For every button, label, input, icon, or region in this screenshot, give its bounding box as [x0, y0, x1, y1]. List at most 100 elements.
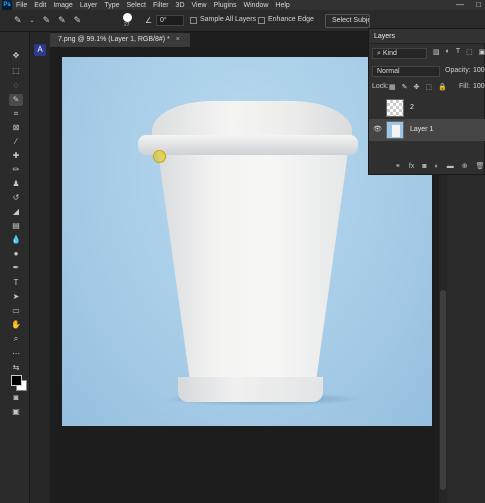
menu-filter[interactable]: Filter	[153, 2, 169, 9]
cup-lid-rim	[138, 135, 358, 155]
path-selection-tool-icon[interactable]: ➤	[9, 291, 23, 303]
cup-lid-top	[152, 101, 352, 139]
adobe-express-icon[interactable]: A	[34, 44, 46, 56]
quick-mask-icon[interactable]: ◙	[9, 392, 23, 404]
dodge-tool-icon[interactable]: ●	[9, 248, 23, 260]
menu-edit[interactable]: Edit	[34, 2, 46, 9]
menu-layer[interactable]: Layer	[80, 2, 98, 9]
foreground-color-swatch[interactable]	[11, 375, 22, 386]
cup-base	[178, 377, 323, 402]
subtract-selection-icon[interactable]: ✎	[74, 15, 82, 26]
lock-image-icon[interactable]: ✎	[402, 83, 408, 91]
screen-mode-icon[interactable]: ▣	[9, 406, 23, 418]
lock-transparent-icon[interactable]: ▦	[389, 83, 396, 91]
photoshop-logo[interactable]: Ps	[2, 0, 12, 10]
pen-tool-icon[interactable]: ✒	[9, 262, 23, 274]
maximize-button[interactable]: □	[476, 0, 481, 9]
opacity-label: Opacity:	[445, 67, 471, 74]
hand-tool-icon[interactable]: ✋	[9, 319, 23, 331]
scrollbar-thumb[interactable]	[440, 290, 446, 490]
delete-layer-icon[interactable]: 🗑	[476, 162, 485, 170]
new-group-icon[interactable]: ▬	[447, 163, 454, 170]
lock-label: Lock:	[372, 83, 389, 90]
angle-icon: ∠	[145, 16, 153, 25]
healing-brush-tool-icon[interactable]: ✚	[9, 150, 23, 162]
layer-kind-filter[interactable]: ⌕ Kind	[372, 48, 427, 59]
adjustment-layer-icon[interactable]: ◐	[435, 163, 439, 170]
new-selection-icon[interactable]: ✎	[43, 15, 51, 26]
layer-row-2[interactable]: 2	[369, 97, 485, 119]
layer-kind-label: Kind	[382, 50, 397, 57]
brush-preview[interactable]	[123, 13, 132, 22]
tools-panel: ✥ ⬚ ◌ ✎ ⌗ ⊠ ⁄ ✚ ✏ ♟ ↺ ◢ ▤ 💧 ● ✒ T ➤ ▭ ✋ …	[0, 32, 30, 503]
menu-help[interactable]: Help	[275, 2, 289, 9]
menu-view[interactable]: View	[192, 2, 207, 9]
blur-tool-icon[interactable]: 💧	[9, 234, 23, 246]
new-layer-icon[interactable]: ⊕	[462, 162, 468, 170]
lock-all-icon[interactable]: 🔒	[438, 83, 447, 91]
menu-file[interactable]: File	[16, 2, 27, 9]
layer-name: Layer 1	[410, 126, 434, 133]
quick-selection-tool-icon[interactable]: ✎	[9, 94, 23, 106]
opacity-input[interactable]: 100	[473, 67, 485, 74]
gradient-tool-icon[interactable]: ▤	[9, 220, 23, 232]
eyedropper-tool-icon[interactable]: ⁄	[9, 136, 23, 148]
lock-artboard-icon[interactable]: ⬚	[425, 83, 432, 91]
menu-select[interactable]: Select	[127, 2, 146, 9]
shape-filter-icon[interactable]: ⬚	[466, 48, 473, 56]
fill-input[interactable]: 100	[473, 83, 485, 90]
select-subject-button[interactable]: Select Subje	[325, 14, 370, 28]
layer-row-layer-1[interactable]: 👁 Layer 1	[369, 119, 485, 141]
type-filter-icon[interactable]: T	[456, 48, 460, 56]
menu-plugins[interactable]: Plugins	[214, 2, 237, 9]
layers-panel-footer: ⚭ fx ◙ ◐ ▬ ⊕ 🗑	[369, 157, 485, 175]
lock-position-icon[interactable]: ✥	[414, 83, 420, 91]
fill-label: Fill:	[459, 83, 470, 90]
lasso-tool-icon[interactable]: ◌	[9, 80, 23, 92]
layers-panel-title: Layers	[374, 33, 396, 40]
right-panel-dock	[447, 175, 485, 503]
brush-size-label: 27	[124, 22, 130, 28]
marquee-tool-icon[interactable]: ⬚	[9, 65, 23, 77]
quick-select-tool-icon[interactable]: ✎	[14, 15, 22, 26]
add-selection-icon[interactable]: ✎	[58, 15, 66, 26]
blend-mode-select[interactable]: Normal	[372, 66, 440, 77]
pixel-filter-icon[interactable]: ▨	[433, 48, 440, 56]
smart-object-filter-icon[interactable]: ▣	[479, 48, 485, 56]
chevron-down-icon[interactable]: ⌄	[30, 17, 35, 24]
minimize-button[interactable]: —	[456, 0, 464, 9]
eraser-tool-icon[interactable]: ◢	[9, 206, 23, 218]
sample-all-layers-checkbox[interactable]	[190, 17, 197, 24]
menu-type[interactable]: Type	[104, 2, 119, 9]
link-layers-icon[interactable]: ⚭	[395, 162, 401, 170]
sample-all-layers-label: Sample All Layers	[200, 16, 257, 23]
close-icon[interactable]: ×	[176, 36, 180, 43]
brush-tool-icon[interactable]: ✏	[9, 164, 23, 176]
layer-style-icon[interactable]: fx	[409, 163, 414, 170]
frame-tool-icon[interactable]: ⊠	[9, 122, 23, 134]
menu-window[interactable]: Window	[244, 2, 269, 9]
move-tool-icon[interactable]: ✥	[9, 50, 23, 62]
layers-panel-header[interactable]: Layers	[369, 29, 485, 44]
document-tab[interactable]: 7.png @ 99.1% (Layer 1, RGB/8#) * ×	[50, 33, 190, 47]
side-panel-strip: A	[30, 32, 50, 503]
enhance-edge-checkbox[interactable]	[258, 17, 265, 24]
swap-colors-icon[interactable]: ⇆	[9, 362, 23, 374]
adjustment-filter-icon[interactable]: ◐	[446, 48, 450, 56]
menu-3d[interactable]: 3D	[176, 2, 185, 9]
menu-image[interactable]: Image	[53, 2, 72, 9]
layer-thumbnail	[386, 121, 404, 139]
angle-input[interactable]: 0°	[156, 15, 184, 26]
more-tools-icon[interactable]: ⋯	[9, 348, 23, 360]
layer-thumbnail	[386, 99, 404, 117]
clone-stamp-tool-icon[interactable]: ♟	[9, 178, 23, 190]
menu-bar: Ps File Edit Image Layer Type Select Fil…	[0, 0, 485, 10]
type-tool-icon[interactable]: T	[9, 277, 23, 289]
history-brush-tool-icon[interactable]: ↺	[9, 192, 23, 204]
layer-mask-icon[interactable]: ◙	[422, 163, 426, 170]
eye-icon[interactable]: 👁	[373, 125, 382, 133]
rectangle-tool-icon[interactable]: ▭	[9, 305, 23, 317]
zoom-tool-icon[interactable]: ⌕	[9, 333, 23, 345]
crop-tool-icon[interactable]: ⌗	[9, 108, 23, 120]
layer-name: 2	[410, 104, 414, 111]
